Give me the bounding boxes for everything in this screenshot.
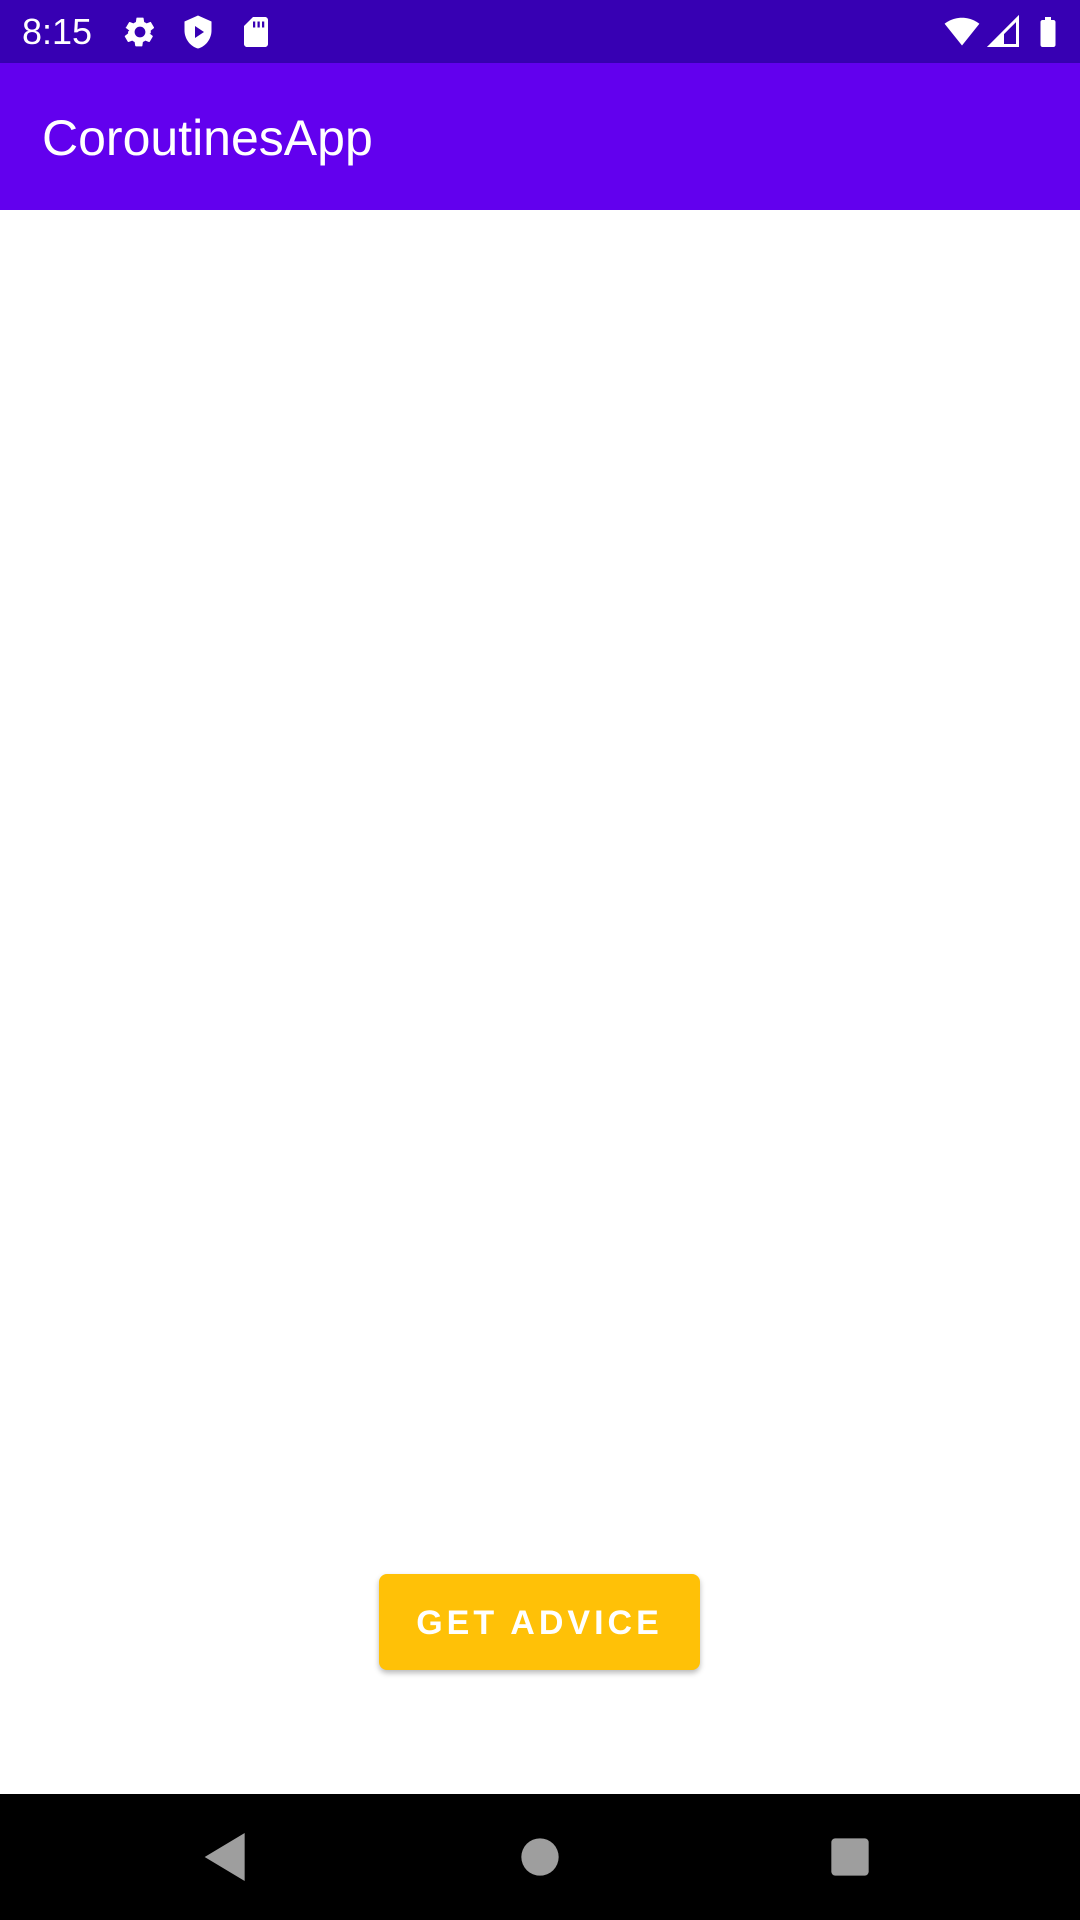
wifi-icon: [944, 14, 980, 50]
app-screen: 8:15 CoroutinesApp GET ADVICE: [0, 0, 1080, 1920]
get-advice-button[interactable]: GET ADVICE: [379, 1574, 700, 1670]
status-bar: 8:15: [0, 0, 1080, 63]
gear-icon: [122, 14, 158, 50]
app-bar: CoroutinesApp: [0, 63, 1080, 210]
main-content: GET ADVICE: [0, 210, 1080, 1794]
sd-card-icon: [238, 14, 274, 50]
home-icon[interactable]: [508, 1825, 572, 1889]
back-icon[interactable]: [194, 1825, 258, 1889]
battery-icon: [1030, 14, 1066, 50]
play-protect-icon: [180, 14, 216, 50]
navigation-bar: [0, 1794, 1080, 1920]
recents-icon[interactable]: [818, 1825, 882, 1889]
status-time: 8:15: [22, 11, 93, 52]
cell-signal-icon: [986, 14, 1022, 50]
app-title: CoroutinesApp: [42, 110, 373, 166]
